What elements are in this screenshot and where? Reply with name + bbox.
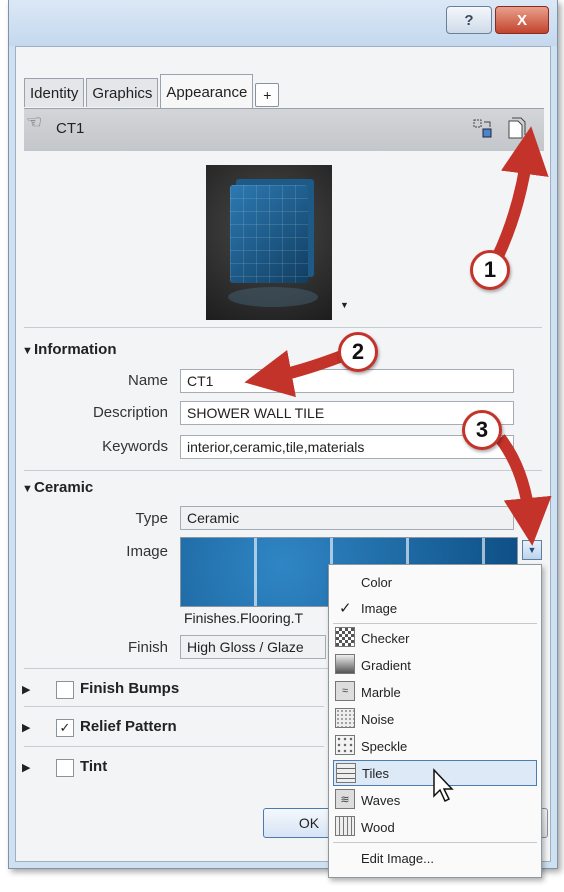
arrow-3 xyxy=(495,434,552,546)
callout-3: 3 xyxy=(462,410,502,450)
callout-1: 1 xyxy=(470,250,510,290)
arrow-1 xyxy=(491,126,549,261)
callout-2: 2 xyxy=(338,332,378,372)
arrow-2 xyxy=(244,349,345,398)
